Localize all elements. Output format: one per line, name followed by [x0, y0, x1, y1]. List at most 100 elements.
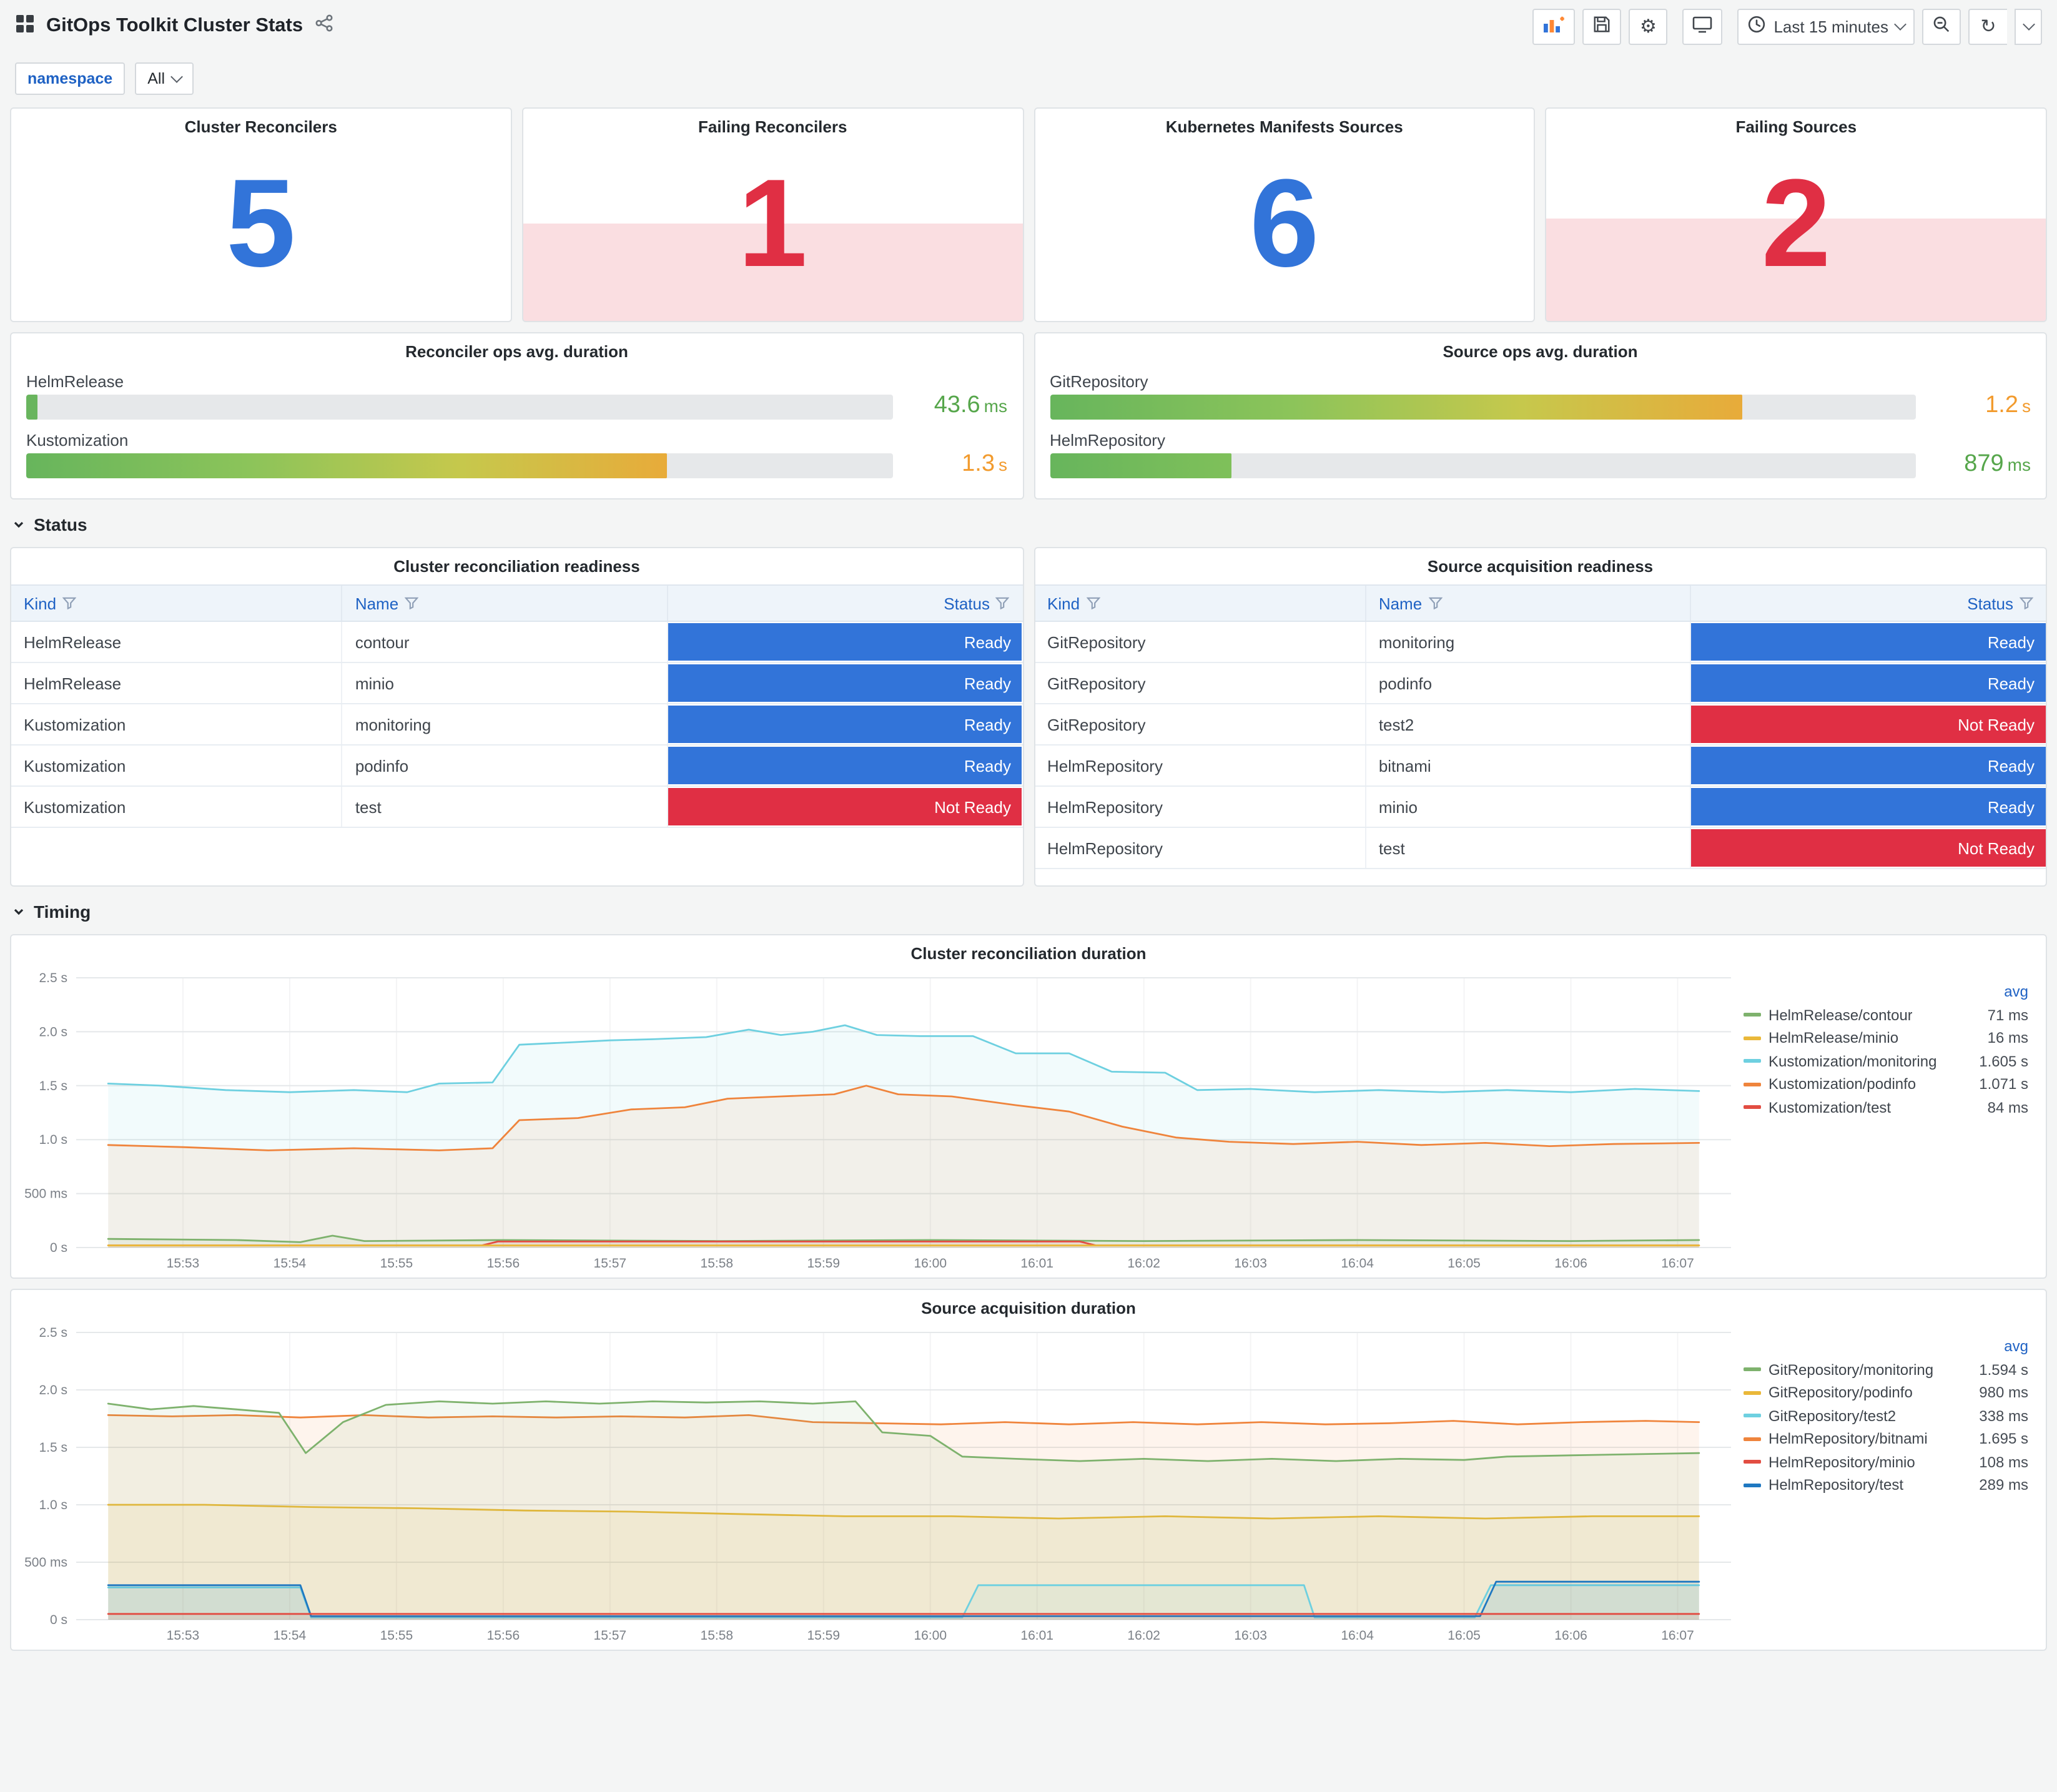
cell-kind: Kustomization	[11, 787, 343, 827]
legend-item[interactable]: GitRepository/podinfo 980 ms	[1744, 1384, 2028, 1401]
legend-series-color	[1744, 1483, 1761, 1487]
variables-bar: namespace All	[0, 52, 2057, 107]
panel-title[interactable]: Source ops avg. duration	[1050, 333, 2031, 361]
cell-name: test2	[1366, 704, 1691, 744]
cell-kind: HelmRepository	[1035, 746, 1366, 785]
column-header-status[interactable]: Status	[1691, 586, 2046, 621]
plot-area[interactable]: 15:53 15:54 15:55 15:56 15:57 15:58 15:59 16:00…	[16, 1320, 1741, 1647]
variable-namespace-value-dropdown[interactable]: All	[135, 62, 194, 95]
legend-series-color	[1744, 1082, 1761, 1086]
cell-status: Not Ready	[668, 787, 1022, 827]
svg-text:16:03: 16:03	[1234, 1256, 1267, 1271]
column-header-name[interactable]: Name	[1366, 586, 1691, 621]
svg-text:16:06: 16:06	[1554, 1256, 1587, 1271]
legend-series-avg: 1.594 s	[1979, 1361, 2028, 1378]
zoom-out-time-button[interactable]	[1922, 8, 1961, 44]
legend-item[interactable]: HelmRepository/test 289 ms	[1744, 1476, 2028, 1494]
svg-text:16:00: 16:00	[914, 1256, 947, 1271]
status-badge: Not Ready	[1691, 706, 2046, 743]
chevron-down-icon	[14, 908, 24, 915]
legend-item[interactable]: HelmRepository/bitnami 1.695 s	[1744, 1430, 2028, 1447]
legend-series-avg: 338 ms	[1979, 1407, 2028, 1424]
dashboards-grid-icon[interactable]	[15, 13, 35, 39]
filter-funnel-icon[interactable]	[1086, 597, 1100, 609]
dashboard-title[interactable]: GitOps Toolkit Cluster Stats	[46, 15, 303, 37]
svg-text:15:55: 15:55	[380, 1628, 413, 1643]
filter-funnel-icon[interactable]	[2019, 597, 2033, 609]
table-row: HelmRelease contour Ready	[11, 622, 1022, 663]
panel-title[interactable]: Source acquisition readiness	[1035, 548, 2046, 576]
cell-status: Ready	[668, 746, 1022, 785]
gauges-row: Reconciler ops avg. duration HelmRelease…	[0, 332, 2057, 500]
legend-item[interactable]: HelmRepository/minio 108 ms	[1744, 1453, 2028, 1470]
filter-funnel-icon[interactable]	[405, 597, 419, 609]
cycle-view-button[interactable]	[1682, 8, 1723, 44]
cell-name: monitoring	[1366, 622, 1691, 662]
refresh-icon: ↻	[1980, 16, 1996, 37]
legend-item[interactable]: GitRepository/monitoring 1.594 s	[1744, 1361, 2028, 1378]
legend-item[interactable]: HelmRelease/contour 71 ms	[1744, 1006, 2028, 1023]
cell-name: contour	[343, 622, 668, 662]
time-range-picker[interactable]: Last 15 minutes	[1737, 8, 1915, 44]
gauge-value-unit: s	[2022, 396, 2031, 416]
svg-text:16:01: 16:01	[1020, 1628, 1053, 1643]
cell-status: Ready	[668, 663, 1022, 703]
cell-name: monitoring	[343, 704, 668, 744]
table-panel-cluster-readiness: Cluster reconciliation readiness Kind Na…	[10, 547, 1024, 887]
legend-item[interactable]: GitRepository/test2 338 ms	[1744, 1407, 2028, 1424]
legend-item[interactable]: HelmRelease/minio 16 ms	[1744, 1029, 2028, 1046]
gauge-track	[1050, 453, 1916, 478]
legend-item[interactable]: Kustomization/test 84 ms	[1744, 1098, 2028, 1116]
plot-area[interactable]: 15:53 15:54 15:55 15:56 15:57 15:58 15:59 16:00…	[16, 965, 1741, 1275]
refresh-button[interactable]: ↻	[1968, 8, 2007, 44]
column-header-status[interactable]: Status	[668, 586, 1022, 621]
add-panel-button[interactable]	[1532, 8, 1576, 44]
cell-status: Not Ready	[1691, 704, 2046, 744]
legend-series-name: Kustomization/podinfo	[1768, 1075, 1916, 1093]
stat-panel-manifests-sources: Kubernetes Manifests Sources 6	[1033, 107, 1536, 322]
filter-funnel-icon[interactable]	[62, 597, 77, 609]
section-timing[interactable]: Timing	[0, 897, 2057, 934]
column-header-name[interactable]: Name	[343, 586, 668, 621]
dashboard-settings-button[interactable]: ⚙	[1629, 8, 1668, 44]
svg-text:16:04: 16:04	[1341, 1256, 1374, 1271]
chevron-down-icon	[1894, 17, 1907, 30]
legend-series-name: HelmRepository/minio	[1768, 1453, 1915, 1470]
gauge-panel-source-ops: Source ops avg. duration GitRepository 1…	[1033, 332, 2047, 500]
status-badge: Ready	[668, 747, 1022, 784]
dashboard: GitOps Toolkit Cluster Stats ⚙ Last 15 m…	[0, 0, 2057, 1792]
variable-namespace-label[interactable]: namespace	[15, 62, 126, 95]
legend-series-color	[1744, 1437, 1761, 1440]
column-header-kind[interactable]: Kind	[11, 586, 343, 621]
svg-text:1.0 s: 1.0 s	[39, 1498, 67, 1512]
legend-series-color	[1744, 1367, 1761, 1371]
save-dashboard-button[interactable]	[1582, 8, 1622, 44]
gear-icon: ⚙	[1639, 16, 1657, 37]
legend-series-avg: 980 ms	[1979, 1384, 2028, 1401]
panel-title[interactable]: Reconciler ops avg. duration	[26, 333, 1007, 361]
refresh-interval-dropdown[interactable]	[2015, 8, 2042, 44]
legend-item[interactable]: Kustomization/monitoring 1.605 s	[1744, 1052, 2028, 1070]
panel-title[interactable]: Source acquisition duration	[11, 1290, 2046, 1317]
panel-title[interactable]: Cluster reconciliation readiness	[11, 548, 1022, 576]
gauge-fill	[26, 395, 37, 420]
stat-value: 1	[737, 154, 807, 293]
cell-status: Ready	[668, 622, 1022, 662]
cell-kind: HelmRelease	[11, 663, 343, 703]
cell-name: podinfo	[1366, 663, 1691, 703]
column-header-kind[interactable]: Kind	[1035, 586, 1366, 621]
filter-funnel-icon[interactable]	[1428, 597, 1443, 609]
gauge-panel-reconciler-ops: Reconciler ops avg. duration HelmRelease…	[10, 332, 1024, 500]
legend-item[interactable]: Kustomization/podinfo 1.071 s	[1744, 1075, 2028, 1093]
top-bar: GitOps Toolkit Cluster Stats ⚙ Last 15 m…	[0, 0, 2057, 52]
gauge-label: Kustomization	[26, 431, 129, 450]
panel-title[interactable]: Cluster reconciliation duration	[11, 935, 2046, 963]
table-row: Kustomization podinfo Ready	[11, 746, 1022, 787]
share-icon[interactable]	[314, 14, 333, 39]
svg-text:16:05: 16:05	[1448, 1628, 1481, 1643]
section-status[interactable]: Status	[0, 510, 2057, 547]
filter-funnel-icon[interactable]	[995, 597, 1010, 609]
cell-kind: Kustomization	[11, 704, 343, 744]
legend-series-avg: 1.695 s	[1979, 1430, 2028, 1447]
stats-row: Cluster Reconcilers 5 Failing Reconciler…	[0, 107, 2057, 322]
